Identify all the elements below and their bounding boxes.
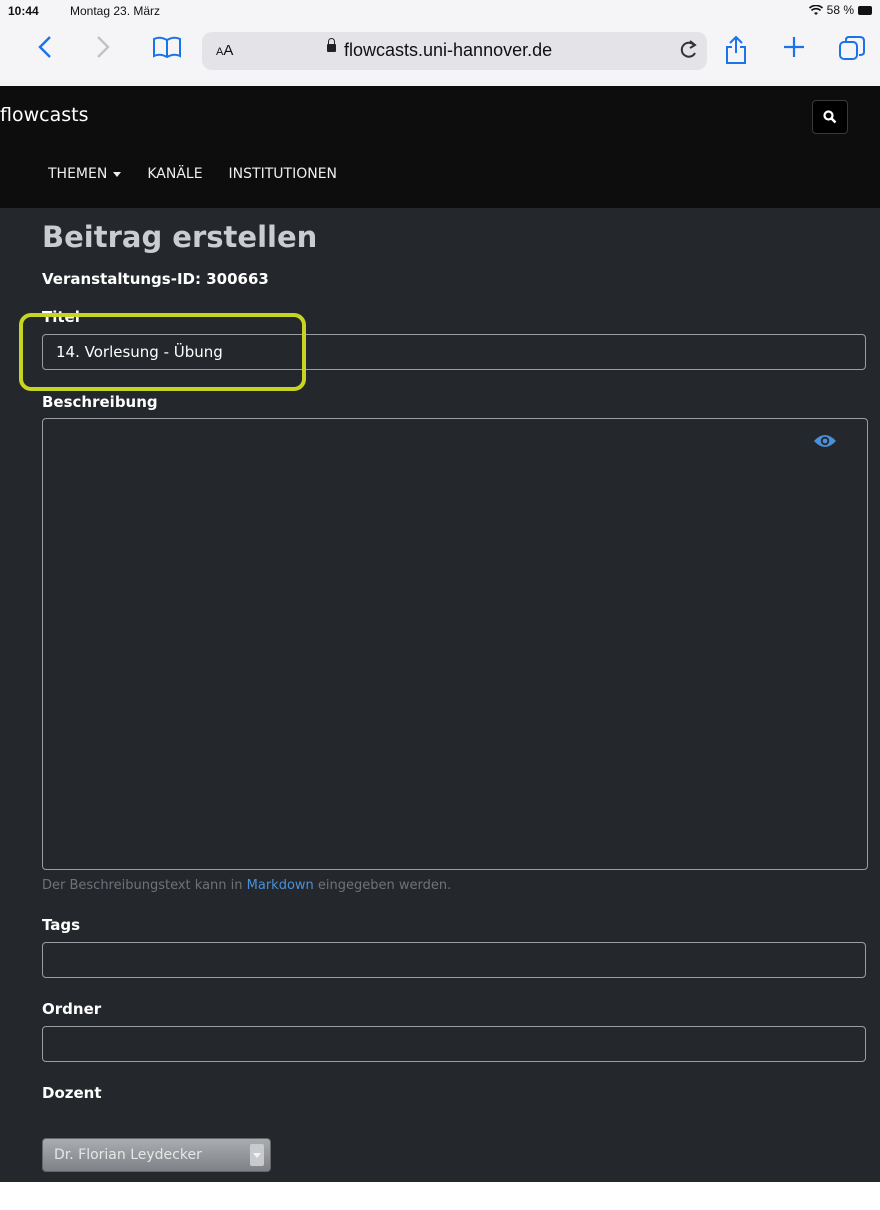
beschreibung-textarea[interactable]: [42, 418, 868, 870]
text-size-button[interactable]: AA: [216, 42, 233, 59]
share-icon[interactable]: [724, 35, 748, 71]
markdown-help-text: Der Beschreibungstext kann in Markdown e…: [42, 878, 452, 893]
screen: 10:44 Montag 23. März 58 % AA flowcasts.…: [0, 0, 880, 1210]
page-title: Beitrag erstellen: [42, 220, 318, 254]
new-tab-icon[interactable]: [782, 35, 806, 65]
beschreibung-label: Beschreibung: [42, 393, 158, 411]
reload-icon[interactable]: [679, 38, 699, 66]
tags-label: Tags: [42, 916, 81, 934]
nav-kanaele[interactable]: KANÄLE: [147, 166, 202, 182]
status-right: 58 %: [808, 3, 872, 17]
wifi-icon: [808, 4, 823, 15]
lock-icon: [327, 38, 336, 52]
search-icon: [823, 110, 837, 124]
browser-toolbar: AA flowcasts.uni-hannover.de: [0, 22, 880, 87]
back-icon[interactable]: [38, 35, 52, 65]
chevron-down-icon[interactable]: [250, 1144, 264, 1166]
whitelist-label: Whitelist: [42, 1192, 119, 1210]
battery-icon: [858, 5, 872, 15]
dozent-label: Dozent: [42, 1084, 102, 1102]
status-bar: 10:44 Montag 23. März 58 %: [0, 0, 880, 22]
site-navbar: flowcasts THEMEN KANÄLE INSTITUTIONEN: [0, 86, 880, 208]
bookmarks-icon[interactable]: [152, 35, 182, 65]
site-brand[interactable]: flowcasts: [0, 104, 88, 126]
caret-down-icon: [113, 171, 122, 177]
search-button[interactable]: [812, 100, 848, 134]
status-time: 10:44: [8, 4, 39, 18]
address-bar[interactable]: AA flowcasts.uni-hannover.de: [202, 32, 707, 70]
preview-eye-icon[interactable]: [813, 433, 837, 453]
status-date: Montag 23. März: [70, 4, 161, 18]
tags-field[interactable]: [42, 942, 866, 978]
ordner-label: Ordner: [42, 1000, 102, 1018]
ordner-field[interactable]: [42, 1026, 866, 1062]
tabs-icon[interactable]: [838, 35, 866, 69]
event-id: Veranstaltungs-ID: 300663: [42, 270, 269, 288]
forward-icon[interactable]: [96, 35, 110, 65]
nav-institutionen[interactable]: INSTITUTIONEN: [229, 166, 337, 182]
battery-percent: 58 %: [826, 3, 854, 17]
highlight-box: [19, 313, 306, 391]
main-nav: THEMEN KANÄLE INSTITUTIONEN: [48, 166, 337, 182]
website: flowcasts THEMEN KANÄLE INSTITUTIONEN Be…: [0, 86, 880, 1210]
nav-themen[interactable]: THEMEN: [48, 166, 122, 182]
dozent-select[interactable]: Dr. Florian Leydecker: [42, 1138, 271, 1172]
markdown-link[interactable]: Markdown: [247, 878, 314, 893]
url-text[interactable]: flowcasts.uni-hannover.de: [344, 40, 552, 61]
dozent-selected-value: Dr. Florian Leydecker: [54, 1147, 202, 1163]
